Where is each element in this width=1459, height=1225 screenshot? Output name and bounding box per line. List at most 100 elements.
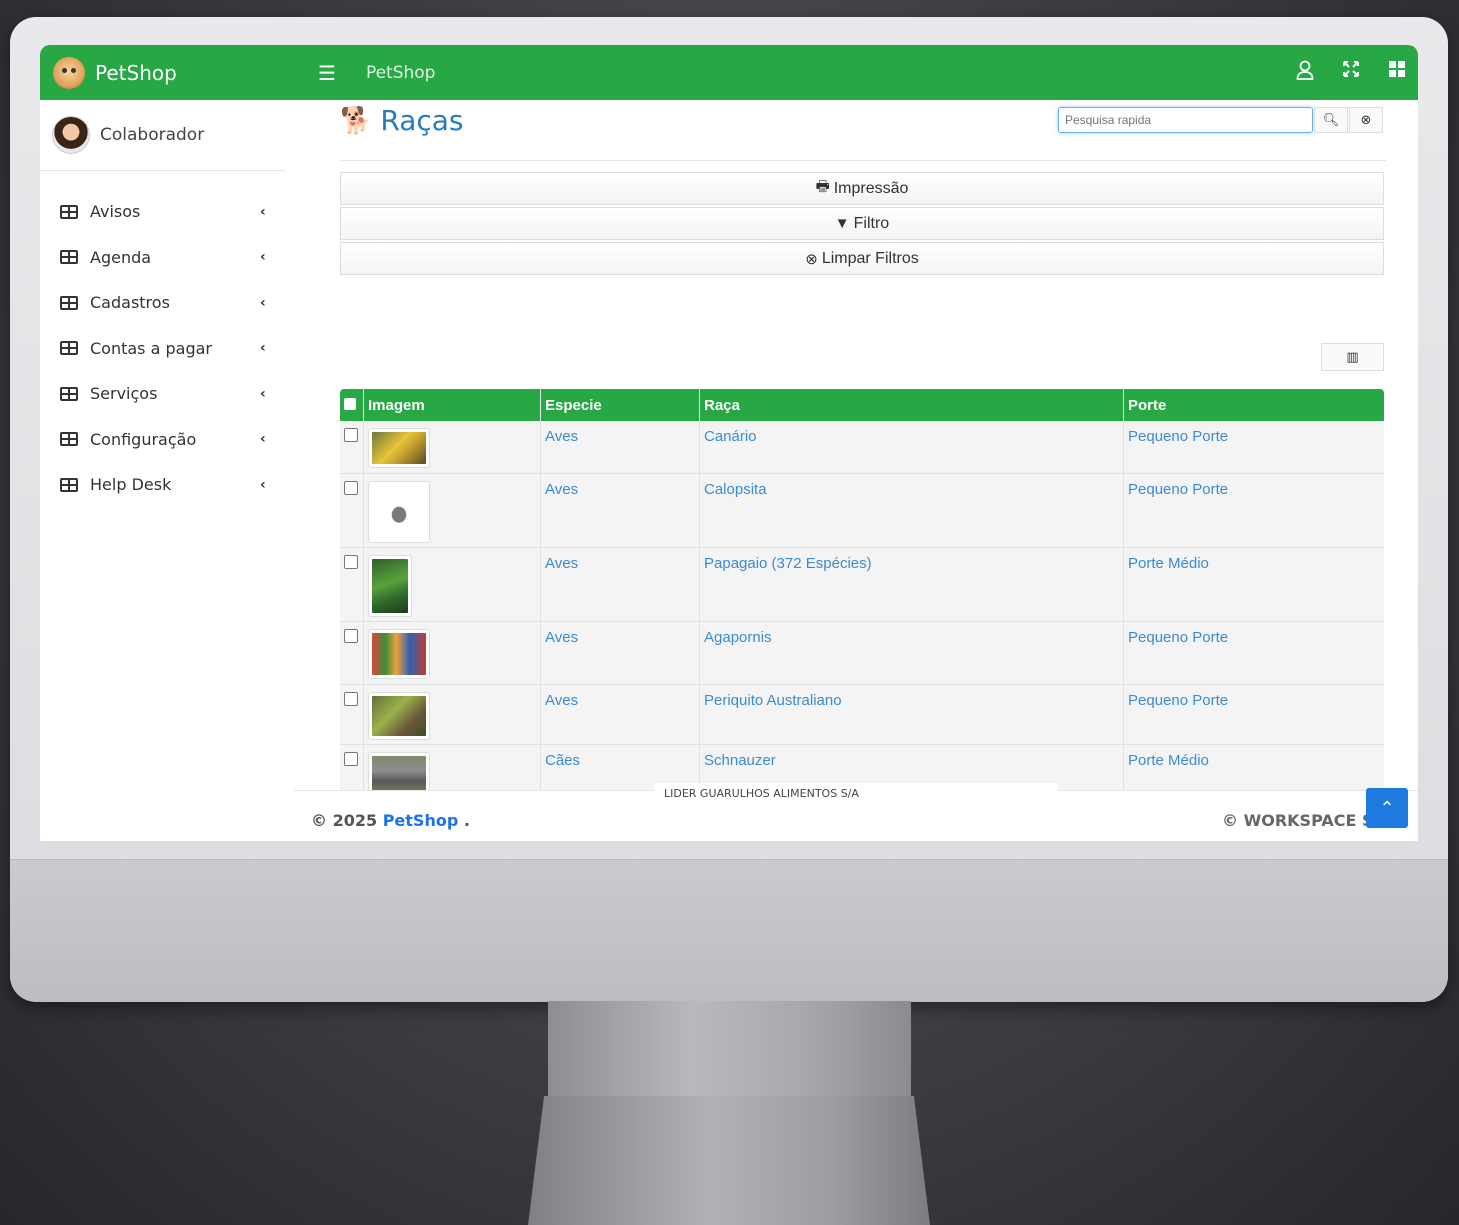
row-checkbox-cell xyxy=(340,744,364,790)
row-checkbox[interactable] xyxy=(344,554,358,569)
porte-cell[interactable]: Porte Médio xyxy=(1123,547,1384,622)
row-checkbox[interactable] xyxy=(344,480,358,495)
column-header-especie[interactable]: Especie xyxy=(540,389,700,421)
table-icon xyxy=(60,295,78,310)
pets-icon: 🐕 xyxy=(340,105,373,136)
close-circle-icon: ⊗ xyxy=(1360,112,1372,128)
user-profile-icon[interactable] xyxy=(1296,60,1314,85)
clear-filters-label: Limpar Filtros xyxy=(821,249,919,267)
user-panel[interactable]: Colaborador xyxy=(40,100,286,171)
row-checkbox[interactable] xyxy=(344,428,358,442)
column-header-imagem[interactable]: Imagem xyxy=(363,389,541,421)
printer-icon: 🖶 xyxy=(815,178,830,195)
sidebar-item-agenda[interactable]: Agenda ‹ xyxy=(40,235,294,281)
row-checkbox[interactable] xyxy=(344,628,358,643)
sidebar-item-label: Cadastros xyxy=(90,293,170,313)
brand-name: PetShop xyxy=(95,60,177,85)
chevron-left-icon: ‹ xyxy=(260,476,266,493)
footer: LIDER GUARULHOS ALIMENTOS S/A © 2025 Pet… xyxy=(294,783,1418,841)
row-checkbox[interactable] xyxy=(344,691,358,706)
especie-cell[interactable]: Aves xyxy=(540,684,700,745)
breed-image-agapornis[interactable] xyxy=(368,628,430,679)
print-button[interactable]: 🖶 Impressão xyxy=(340,172,1384,205)
row-checkbox-cell xyxy=(340,473,364,548)
table-row[interactable]: Aves Agapornis Pequeno Porte xyxy=(340,621,1384,685)
sidebar-item-help-desk[interactable]: Help Desk ‹ xyxy=(40,462,294,508)
table-row[interactable]: Aves Periquito Australiano Pequeno Porte xyxy=(340,684,1384,745)
sidebar-item-servicos[interactable]: Serviços ‹ xyxy=(40,371,294,417)
sidebar-item-label: Contas a pagar xyxy=(90,338,212,358)
app-screen: PetShop Colaborador Avisos ‹ Agenda ‹ Cada… xyxy=(40,45,1418,841)
chevron-left-icon: ‹ xyxy=(260,294,266,311)
table-icon xyxy=(60,386,78,401)
porte-cell[interactable]: Pequeno Porte xyxy=(1123,473,1384,548)
back-to-top-button[interactable]: ⌃ xyxy=(1366,788,1408,828)
table-row[interactable]: Aves Calopsita Pequeno Porte xyxy=(340,473,1384,548)
table-row[interactable]: Aves Papagaio (372 Espécies) Porte Médio xyxy=(340,547,1384,622)
table-row[interactable]: Aves Canário Pequeno Porte xyxy=(340,421,1384,474)
search-icon: 🔍︎ xyxy=(1322,112,1340,128)
raca-cell[interactable]: Canário xyxy=(699,421,1124,474)
porte-cell[interactable]: Pequeno Porte xyxy=(1123,421,1384,474)
navbar-actions xyxy=(1296,60,1406,85)
sidebar: PetShop Colaborador Avisos ‹ Agenda ‹ Cada… xyxy=(40,45,295,841)
porte-cell[interactable]: Porte Médio xyxy=(1123,744,1384,790)
sidebar-item-configuracao[interactable]: Configuração ‹ xyxy=(40,417,294,463)
print-label: Impressão xyxy=(833,179,909,197)
sidebar-item-avisos[interactable]: Avisos ‹ xyxy=(40,189,294,235)
raca-cell[interactable]: Papagaio (372 Espécies) xyxy=(699,547,1124,622)
monitor-stand-base xyxy=(528,1096,930,1225)
filter-button[interactable]: ▼ Filtro xyxy=(340,207,1384,240)
especie-cell[interactable]: Aves xyxy=(540,547,700,622)
row-checkbox-cell xyxy=(340,547,364,622)
select-all-checkbox[interactable] xyxy=(344,397,356,410)
footer-workspace: © WORKSPACE Se xyxy=(1222,811,1385,830)
breed-image-periquito[interactable] xyxy=(368,691,430,740)
sidebar-item-label: Serviços xyxy=(90,384,158,404)
especie-cell[interactable]: Aves xyxy=(540,621,700,685)
fullscreen-icon[interactable] xyxy=(1342,60,1360,85)
search-input[interactable] xyxy=(1058,107,1313,133)
sidebar-menu: Avisos ‹ Agenda ‹ Cadastros ‹ Contas a paga… xyxy=(40,171,294,508)
especie-cell[interactable]: Aves xyxy=(540,473,700,548)
column-header-porte[interactable]: Porte xyxy=(1123,389,1384,421)
breed-image-schnauzer[interactable] xyxy=(368,751,430,790)
table-icon xyxy=(60,432,78,447)
filter-icon: ▼ xyxy=(834,215,850,232)
column-header-raca[interactable]: Raça xyxy=(699,389,1124,421)
chevron-left-icon: ‹ xyxy=(260,249,266,266)
especie-cell[interactable]: Aves xyxy=(540,421,700,474)
select-all-header[interactable] xyxy=(340,389,364,421)
search-button[interactable]: 🔍︎ xyxy=(1314,107,1348,133)
image-cell xyxy=(363,473,541,548)
row-checkbox[interactable] xyxy=(344,751,358,766)
breed-image-papagaio[interactable] xyxy=(368,554,412,617)
chevron-left-icon: ‹ xyxy=(260,385,266,402)
sidebar-item-label: Help Desk xyxy=(90,475,172,495)
chevron-left-icon: ‹ xyxy=(260,203,266,220)
hamburger-menu-icon[interactable]: ☰ xyxy=(318,61,336,85)
sidebar-item-contas-a-pagar[interactable]: Contas a pagar ‹ xyxy=(40,326,294,372)
copyright-prefix: © 2025 xyxy=(311,811,378,830)
columns-icon: ▥ xyxy=(1346,349,1359,365)
sidebar-item-cadastros[interactable]: Cadastros ‹ xyxy=(40,280,294,326)
avatar xyxy=(52,116,90,154)
divider xyxy=(340,160,1386,161)
clear-filters-button[interactable]: ⊗ Limpar Filtros xyxy=(340,242,1384,275)
copyright-brand-link[interactable]: PetShop xyxy=(383,811,459,830)
clear-search-button[interactable]: ⊗ xyxy=(1349,107,1383,133)
brand[interactable]: PetShop xyxy=(40,45,294,100)
porte-cell[interactable]: Pequeno Porte xyxy=(1123,684,1384,745)
navbar-title[interactable]: PetShop xyxy=(366,63,436,83)
raca-cell[interactable]: Calopsita xyxy=(699,473,1124,548)
grid-apps-icon[interactable] xyxy=(1388,60,1406,85)
columns-toggle-button[interactable]: ▥ xyxy=(1321,343,1384,371)
page-title-text: Raças xyxy=(380,104,464,137)
raca-cell[interactable]: Agapornis xyxy=(699,621,1124,685)
breed-image-calopsita[interactable] xyxy=(368,480,430,543)
porte-cell[interactable]: Pequeno Porte xyxy=(1123,621,1384,685)
top-navbar: ☰ PetShop xyxy=(294,45,1418,100)
raca-cell[interactable]: Periquito Australiano xyxy=(699,684,1124,745)
breed-image-canario[interactable] xyxy=(368,428,430,468)
close-circle-icon: ⊗ xyxy=(805,250,818,268)
